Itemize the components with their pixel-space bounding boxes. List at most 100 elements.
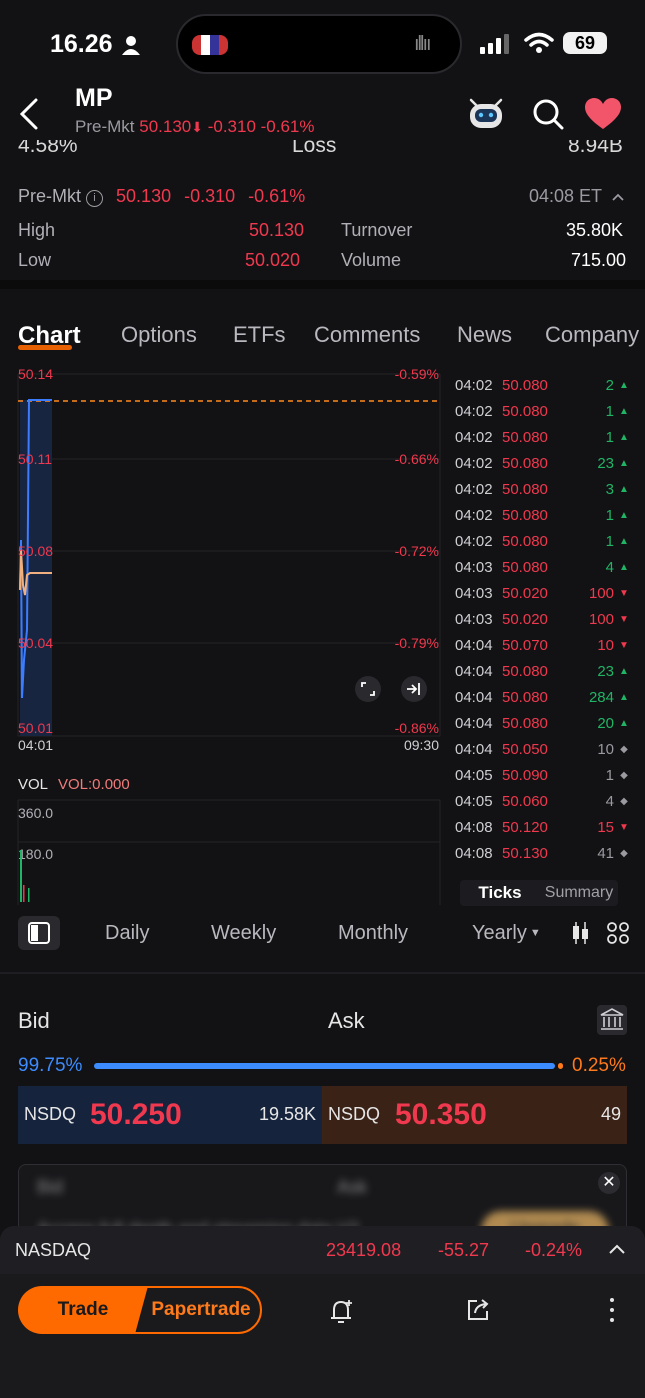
bid-label: Bid <box>18 1008 50 1033</box>
panel-toggle-button[interactable] <box>18 916 60 950</box>
triangle-down-icon: ▼ <box>619 639 629 651</box>
tick-volume: 100 <box>588 610 614 628</box>
ticks-list[interactable]: 04:02 50.080 2 ▲ 04:02 50.080 1 ▲ 04:02 50.080 1 ▲ 0… <box>455 372 630 866</box>
tick-price: 50.060 <box>502 792 548 810</box>
index-name: NASDAQ <box>15 1240 92 1260</box>
close-icon[interactable]: ✕ <box>598 1172 620 1194</box>
bid-quote: NSDQ 50.250 19.58K <box>18 1086 322 1144</box>
tick-time: 04:04 <box>455 636 493 654</box>
price-tick-4: 50.04 <box>18 635 53 651</box>
tick-price: 50.080 <box>502 376 548 394</box>
signal-icon <box>480 34 509 54</box>
index-ticker-bar[interactable]: NASDAQ 23419.08 -55.27 -0.24% <box>0 1226 645 1274</box>
ask-quote: NSDQ 50.350 49 <box>322 1086 627 1144</box>
tab-company[interactable]: Company <box>545 322 645 348</box>
diamond-icon: ◆ <box>620 769 628 781</box>
ask-percentage: 0.25% <box>572 1055 626 1076</box>
ticks-tab[interactable]: Ticks <box>460 880 540 906</box>
diamond-icon: ◆ <box>620 847 628 859</box>
triangle-up-icon: ▲ <box>619 483 629 495</box>
stat-partial-left: 4.58% <box>18 140 78 157</box>
status-bar: 16.26 ıllıı 69 <box>0 0 645 90</box>
grid-icon[interactable] <box>606 921 630 945</box>
tick-time: 04:04 <box>455 688 493 706</box>
index-value: 23419.08 <box>326 1240 402 1260</box>
section-divider <box>0 280 645 289</box>
diamond-icon: ◆ <box>620 743 628 755</box>
high-value: 50.130 <box>249 220 305 240</box>
pct-tick-5: -0.86% <box>395 720 439 736</box>
tick-row: 04:02 50.080 23 ▲ <box>455 450 630 476</box>
search-icon[interactable] <box>531 97 565 131</box>
tab-news[interactable]: News <box>457 322 512 348</box>
more-options-icon[interactable] <box>610 1296 618 1324</box>
favorite-heart-icon[interactable] <box>584 97 622 131</box>
tick-row: 04:03 50.020 100 ▼ <box>455 606 630 632</box>
price-alert-bell-icon[interactable] <box>326 1296 356 1326</box>
vol-label: VOL <box>18 776 48 793</box>
assistant-bot-icon[interactable] <box>467 96 505 130</box>
header-premkt-price: 50.130 <box>139 117 192 136</box>
low-label: Low <box>18 250 52 270</box>
trade-button[interactable]: Trade <box>18 1286 148 1334</box>
intraday-chart[interactable]: 50.14 50.11 50.08 50.04 50.01 -0.59% -0.… <box>0 360 445 905</box>
premkt-row: Pre-Mkt i 50.130 -0.310 -0.61% <box>18 186 305 207</box>
tick-time: 04:04 <box>455 714 493 732</box>
fullscreen-icon[interactable] <box>355 676 381 702</box>
triangle-up-icon: ▲ <box>619 561 629 573</box>
tab-comments[interactable]: Comments <box>314 322 420 348</box>
summary-tab[interactable]: Summary <box>540 880 618 906</box>
tick-time: 04:04 <box>455 662 493 680</box>
tick-time: 04:08 <box>455 844 493 862</box>
papertrade-button[interactable]: Papertrade <box>132 1286 262 1334</box>
tick-volume: 1 <box>605 428 614 446</box>
chevron-up-icon <box>612 193 624 201</box>
premkt-price: 50.130 <box>116 186 172 206</box>
bank-icon[interactable] <box>596 1004 628 1036</box>
period-daily[interactable]: Daily <box>105 922 149 945</box>
tab-active-indicator <box>18 345 72 350</box>
tick-row: 04:08 50.120 15 ▼ <box>455 814 630 840</box>
tick-price: 50.080 <box>502 402 548 420</box>
high-label: High <box>18 220 56 240</box>
tick-row: 04:02 50.080 1 ▲ <box>455 424 630 450</box>
header-premkt-line: Pre-Mkt 50.130⬇ -0.310 -0.61% <box>75 117 315 137</box>
tick-price: 50.120 <box>502 818 548 836</box>
tick-volume: 1 <box>605 766 614 784</box>
info-icon[interactable]: i <box>86 190 104 207</box>
bid-size: 19.58K <box>258 1104 316 1124</box>
tick-price: 50.080 <box>502 688 548 706</box>
header-premkt-label: Pre-Mkt <box>75 117 135 136</box>
period-yearly[interactable]: Yearly ▼ <box>472 922 541 945</box>
period-weekly[interactable]: Weekly <box>211 922 276 945</box>
premkt-time[interactable]: 04:08 ET <box>529 186 625 207</box>
sidebar-toggle-icon <box>28 922 50 944</box>
tick-price: 50.080 <box>502 532 548 550</box>
pct-tick-3: -0.72% <box>395 543 439 559</box>
candlestick-icon[interactable] <box>570 920 590 946</box>
jump-to-latest-icon[interactable] <box>401 676 427 702</box>
status-time: 16.26 <box>50 30 113 58</box>
tick-row: 04:02 50.080 2 ▲ <box>455 372 630 398</box>
tick-price: 50.080 <box>502 558 548 576</box>
battery-indicator: 69 <box>563 32 607 54</box>
tab-etfs[interactable]: ETFs <box>233 322 286 348</box>
bid-price: 50.250 <box>90 1098 182 1131</box>
tick-row: 04:03 50.080 4 ▲ <box>455 554 630 580</box>
bid-ask-ratio-bar <box>94 1063 555 1069</box>
low-value: 50.020 <box>245 250 301 270</box>
tick-volume: 10 <box>597 636 614 654</box>
back-button[interactable] <box>14 94 50 134</box>
period-monthly[interactable]: Monthly <box>338 922 408 945</box>
volume-label: Volume <box>341 250 402 270</box>
price-tick-5: 50.01 <box>18 720 53 736</box>
triangle-down-icon: ▼ <box>619 587 629 599</box>
live-activity-icon <box>192 35 228 55</box>
volume-value: 715.00 <box>571 250 627 270</box>
tab-options[interactable]: Options <box>121 322 197 348</box>
ask-ratio-segment <box>558 1063 563 1069</box>
premkt-change: -0.310 <box>184 186 236 206</box>
tick-row: 04:08 50.130 41 ◆ <box>455 840 630 866</box>
tick-row: 04:05 50.060 4 ◆ <box>455 788 630 814</box>
share-icon[interactable] <box>464 1296 492 1324</box>
